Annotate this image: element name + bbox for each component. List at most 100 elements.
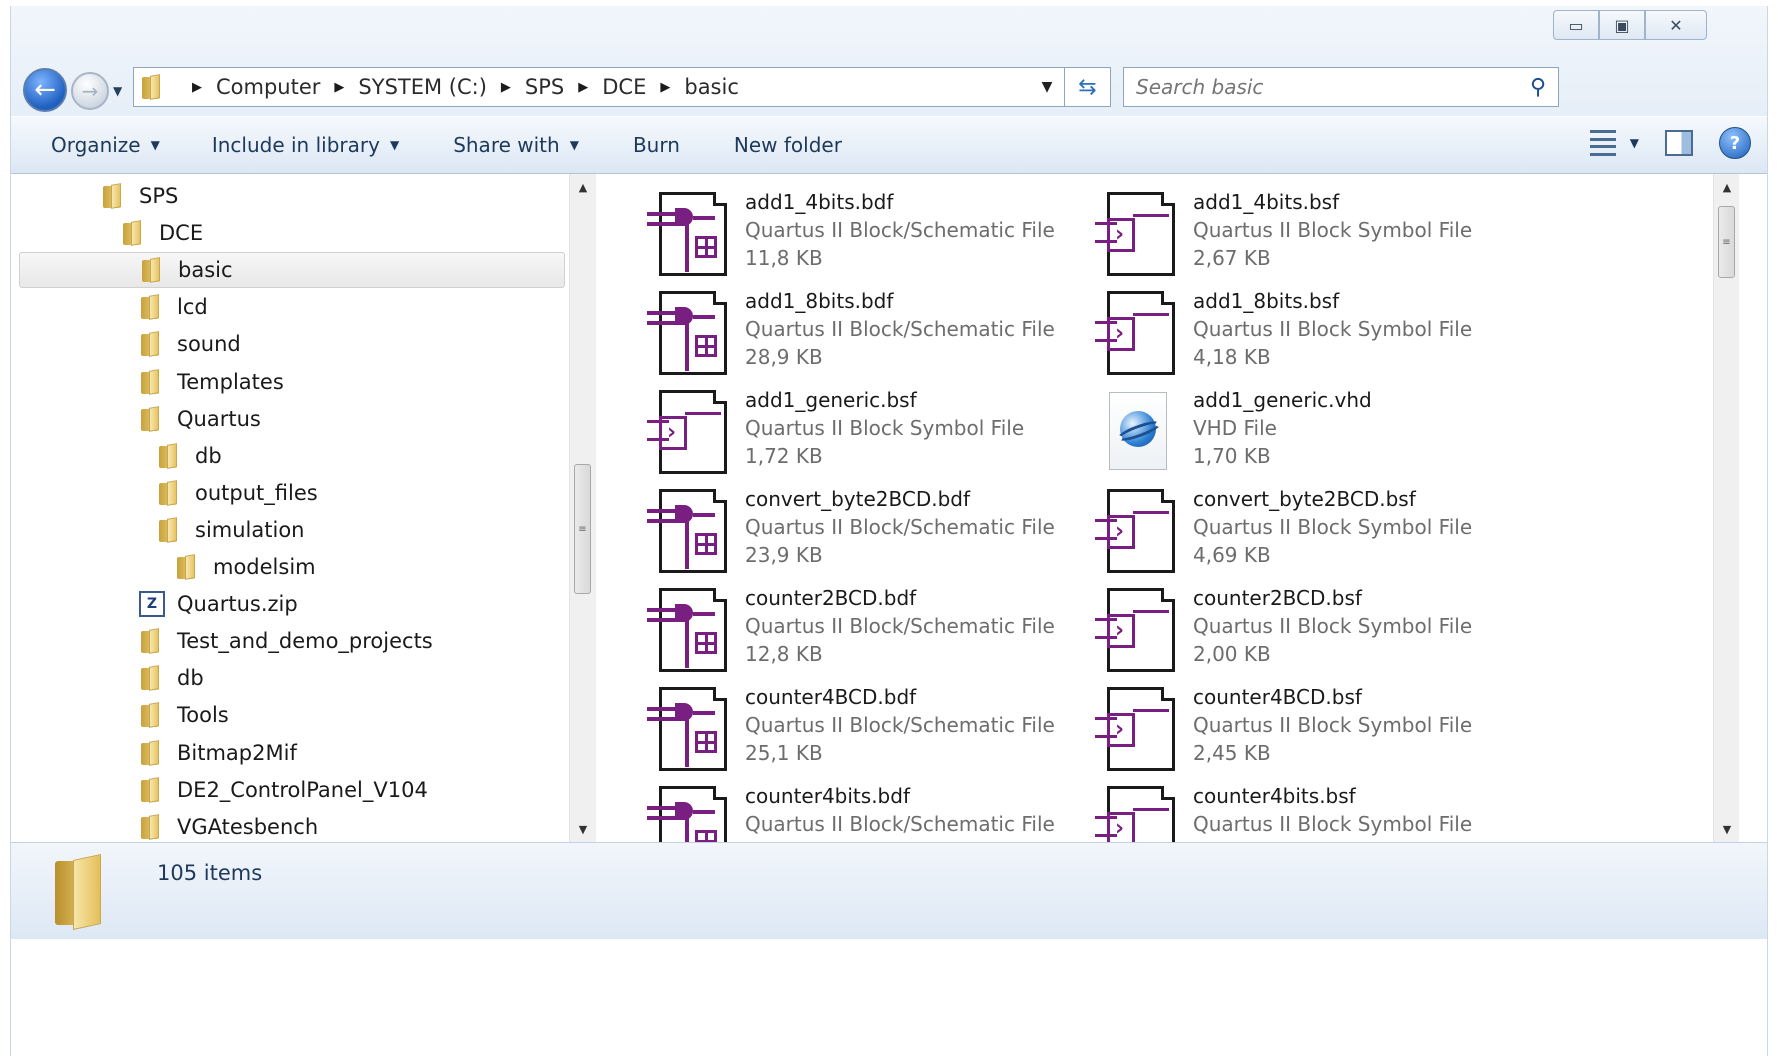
scroll-up-icon[interactable]: ▲ [1714,174,1739,200]
maximize-button[interactable]: ▣ [1599,10,1645,40]
include-in-library-label: Include in library [211,133,380,157]
file-size: 1,70 KB [1193,444,1271,468]
tree-item[interactable]: modelsim [175,549,316,585]
tree-item[interactable]: DCE [121,215,203,251]
breadcrumb-item[interactable]: DCE [602,75,646,99]
tree-item[interactable]: Z Quartus.zip [139,586,298,622]
file-item[interactable]: › convert_byte2BCD.bsf Quartus II Block Sy… [1093,485,1533,581]
breadcrumb: ▶ Computer ▶ SYSTEM (C:) ▶ SPS ▶ DCE ▶ basic [134,74,1030,100]
minimize-button[interactable]: ▭ [1553,10,1599,40]
window-frame: ▭ ▣ ✕ ← → ▼ ▶ Computer ▶ SYSTEM (C:) ▶ SPS ▶ DC… [11,6,1767,134]
breadcrumb-item[interactable]: Computer [216,75,320,99]
breadcrumb-arrow-icon[interactable]: ▶ [334,80,344,95]
file-details: add1_8bits.bdf Quartus II Block/Schematic… [745,287,1055,383]
folder-icon [139,369,165,395]
organize-menu[interactable]: Organize ▼ [31,133,180,157]
tree-item[interactable]: Quartus [139,401,261,437]
tree-item[interactable]: DE2_ControlPanel_V104 [139,772,428,808]
search-icon[interactable]: ⚲ [1518,75,1558,100]
tree-item[interactable]: sound [139,326,241,362]
preview-pane-icon[interactable] [1665,130,1693,156]
address-bar[interactable]: ▶ Computer ▶ SYSTEM (C:) ▶ SPS ▶ DCE ▶ basic ▼ [133,67,1065,107]
file-details: add1_8bits.bsf Quartus II Block Symbol Fi… [1193,287,1472,383]
file-type: Quartus II Block/Schematic File [745,218,1055,242]
breadcrumb-item[interactable]: SPS [525,75,564,99]
close-button[interactable]: ✕ [1645,10,1707,40]
file-item[interactable]: counter2BCD.bdf Quartus II Block/Schemati… [645,584,1085,680]
file-name: counter4BCD.bdf [745,685,917,709]
file-item[interactable]: › add1_8bits.bsf Quartus II Block Symbol F… [1093,287,1533,383]
search-input[interactable] [1124,74,1518,100]
file-item[interactable]: counter4BCD.bdf Quartus II Block/Schemati… [645,683,1085,779]
scroll-up-icon[interactable]: ▲ [570,174,596,200]
file-type: Quartus II Block/Schematic File [745,515,1055,539]
bdf-icon [645,287,737,379]
tree-item[interactable]: VGAtesbench [139,809,318,842]
back-button[interactable]: ← [23,68,67,112]
file-details: counter4BCD.bdf Quartus II Block/Schemati… [745,683,1055,779]
view-controls: ▼ ? [1589,127,1751,159]
scrollbar-thumb[interactable]: ≡ [574,464,591,594]
scroll-down-icon[interactable]: ▼ [1714,816,1739,842]
file-size: 12,8 KB [745,642,823,666]
file-item[interactable]: › counter4bits.bsf Quartus II Block Symbol… [1093,782,1533,842]
file-type: Quartus II Block/Schematic File [745,317,1055,341]
vhd-icon [1093,386,1185,478]
change-view-button[interactable]: ▼ [1589,130,1639,156]
new-folder-button[interactable]: New folder [714,133,862,157]
breadcrumb-item[interactable]: SYSTEM (C:) [358,75,487,99]
file-list-scrollbar[interactable]: ▲ ≡ ▼ [1713,174,1739,842]
help-icon[interactable]: ? [1719,127,1751,159]
file-type: Quartus II Block Symbol File [1193,614,1473,638]
search-box[interactable]: ⚲ [1123,67,1559,107]
refresh-button[interactable]: ⇆ [1065,67,1111,107]
bsf-icon: › [1093,584,1185,676]
breadcrumb-arrow-icon[interactable]: ▶ [578,80,588,95]
caption-buttons: ▭ ▣ ✕ [1553,10,1707,40]
tree-item-label: Quartus.zip [177,592,298,617]
file-item[interactable]: convert_byte2BCD.bdf Quartus II Block/Sch… [645,485,1085,581]
breadcrumb-item[interactable]: basic [684,75,739,99]
file-item[interactable]: › add1_4bits.bsf Quartus II Block Symbol F… [1093,188,1533,284]
file-size: 25,1 KB [745,741,823,765]
tree-item[interactable]: Test_and_demo_projects [139,623,433,659]
navigation-pane-scrollbar[interactable]: ▲ ≡ ▼ [569,174,596,842]
tree-item[interactable]: SPS [101,178,178,214]
tree-item-label: DCE [159,221,204,246]
bsf-icon: › [1093,287,1185,379]
breadcrumb-arrow-icon[interactable]: ▶ [192,80,202,95]
breadcrumb-arrow-icon[interactable]: ▶ [501,80,511,95]
file-item[interactable]: add1_generic.vhd VHD File 1,70 KB [1093,386,1533,482]
bdf-icon [645,188,737,280]
share-with-menu[interactable]: Share with ▼ [433,133,599,157]
folder-icon [140,74,166,100]
file-item[interactable]: › counter4BCD.bsf Quartus II Block Symbol … [1093,683,1533,779]
forward-button[interactable]: → [71,72,109,110]
address-dropdown-icon[interactable]: ▼ [1030,79,1064,95]
folder-icon [139,406,165,432]
tree-item[interactable]: lcd [139,289,208,325]
recent-pages-dropdown-icon[interactable]: ▼ [113,84,122,98]
burn-button[interactable]: Burn [613,133,700,157]
tree-item[interactable]: Bitmap2Mif [139,735,297,771]
tree-item[interactable]: output_files [157,475,318,511]
view-options-icon [1589,130,1616,156]
scroll-down-icon[interactable]: ▼ [570,816,596,842]
file-item[interactable]: add1_8bits.bdf Quartus II Block/Schematic… [645,287,1085,383]
breadcrumb-arrow-icon[interactable]: ▶ [660,80,670,95]
tree-item[interactable]: basic [19,252,565,289]
tree-item[interactable]: db [139,660,204,696]
file-details: counter4bits.bdf Quartus II Block/Schemat… [745,782,1055,842]
bdf-icon [645,485,737,577]
file-item[interactable]: › add1_generic.bsf Quartus II Block Symbol… [645,386,1085,482]
file-item[interactable]: add1_4bits.bdf Quartus II Block/Schematic… [645,188,1085,284]
file-item[interactable]: › counter2BCD.bsf Quartus II Block Symbol … [1093,584,1533,680]
tree-item[interactable]: simulation [157,512,304,548]
tree-item[interactable]: Tools [139,697,229,733]
include-in-library-menu[interactable]: Include in library ▼ [192,133,419,157]
file-item[interactable]: counter4bits.bdf Quartus II Block/Schemat… [645,782,1085,842]
tree-item[interactable]: db [157,438,222,474]
scrollbar-thumb[interactable]: ≡ [1718,206,1735,278]
bsf-icon: › [1093,683,1185,775]
tree-item[interactable]: Templates [139,364,284,400]
